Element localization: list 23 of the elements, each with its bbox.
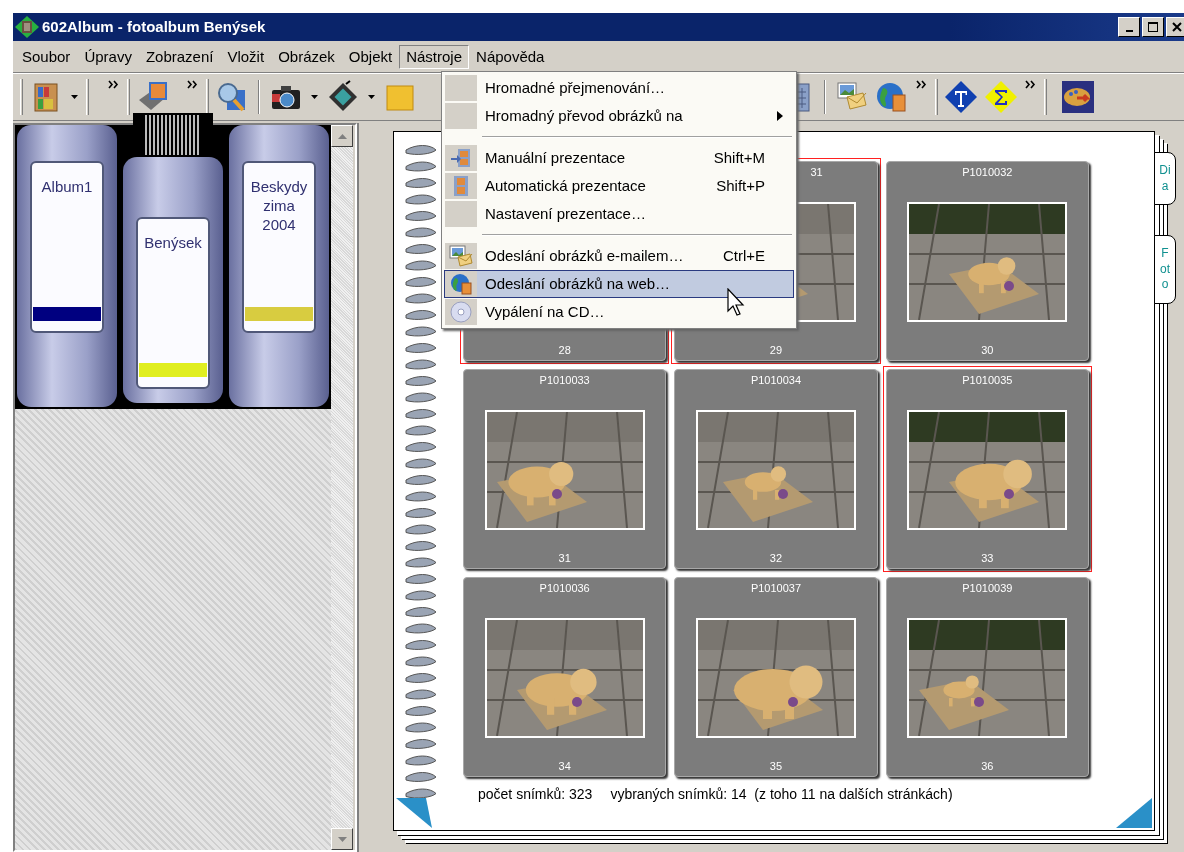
selection-count: vybraných snímků: 14 (z toho 11 na dalších stránkách) <box>610 785 953 804</box>
slide-title: 31 <box>810 164 823 180</box>
slide-number: 29 <box>769 342 783 358</box>
slide-number: 30 <box>981 342 994 358</box>
slide-title: P1010036 <box>539 580 590 596</box>
slide-number: 32 <box>769 550 783 566</box>
album-name: Album1 <box>40 177 94 196</box>
slide-title: P1010039 <box>962 580 1013 596</box>
slide-title: P1010032 <box>962 164 1013 180</box>
album-name: Beskydy zima 2004 <box>249 177 309 234</box>
slide-title: P1010035 <box>962 372 1013 388</box>
slide-title: P1010037 <box>750 580 802 596</box>
slide-number: 31 <box>558 550 571 566</box>
slide-title: P1010033 <box>539 372 590 388</box>
slide-number: 36 <box>981 758 994 774</box>
album-name: Benýsek <box>143 233 203 252</box>
slide-title: P1010034 <box>750 372 802 388</box>
slide-number: 34 <box>558 758 571 774</box>
photo-count: počet snímků: 323 <box>478 785 593 804</box>
slide-number: 33 <box>981 550 994 566</box>
window-title: 602Album - fotoalbum Benýsek <box>42 16 266 37</box>
slide-number: 35 <box>769 758 783 774</box>
slide-number: 28 <box>558 342 571 358</box>
